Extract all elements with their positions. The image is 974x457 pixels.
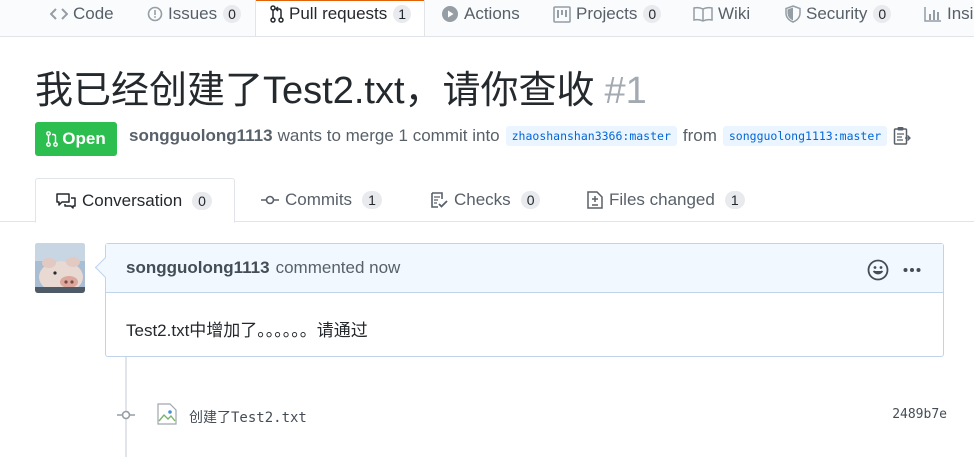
pr-from-text: from [682, 126, 717, 145]
tab-commits[interactable]: Commits 1 [261, 178, 382, 222]
play-icon [442, 6, 458, 22]
pr-merge-text: wants to merge 1 commit into [277, 126, 500, 145]
graph-icon [924, 7, 941, 22]
avatar[interactable] [35, 243, 85, 293]
nav-issues-label: Issues [168, 4, 218, 23]
tab-commits-count: 1 [362, 191, 382, 209]
book-icon [693, 6, 713, 22]
head-branch[interactable]: songguolong1113:master [722, 126, 888, 146]
issue-opened-icon [147, 6, 163, 22]
git-commit-icon [117, 410, 135, 420]
nav-security-count: 0 [873, 5, 892, 23]
tab-conversation-label: Conversation [82, 190, 183, 210]
comment-body: Test2.txt中增加了。。。。。。请通过 [126, 321, 368, 340]
comment-timestamp[interactable]: commented now [276, 258, 401, 278]
base-branch[interactable]: zhaoshanshan3366:master [505, 126, 677, 146]
nav-projects-count: 0 [643, 5, 662, 23]
tab-checks-label: Checks [454, 190, 511, 209]
tab-files-changed-count: 1 [724, 191, 745, 209]
comment-actions [867, 259, 921, 281]
comment-discussion-icon [56, 192, 76, 209]
nav-issues-count: 0 [223, 5, 241, 23]
nav-pull-requests-count: 1 [393, 5, 412, 23]
nav-actions-label: Actions [464, 4, 520, 23]
nav-projects-label: Projects [576, 4, 638, 23]
commit-message-link[interactable]: 创建了Test2.txt [189, 407, 307, 427]
file-diff-icon [587, 191, 603, 209]
pr-state-badge: Open [35, 122, 117, 156]
tab-files-changed-label: Files changed [609, 190, 715, 209]
nav-issues[interactable]: Issues 0 [147, 0, 241, 28]
pr-title-text: 我已经创建了Test2.txt，请你查收 [35, 70, 595, 112]
pr-author-link[interactable]: songguolong1113 [129, 126, 273, 146]
repo-nav: Code Issues 0 Pull requests 1 Actions Pr… [0, 0, 974, 37]
broken-image-icon [157, 403, 177, 425]
checklist-icon [431, 192, 448, 208]
shield-icon [785, 5, 801, 23]
pr-state-label: Open [62, 129, 106, 148]
pr-meta: songguolong1113 wants to merge 1 commit … [129, 126, 912, 146]
git-pull-request-icon [270, 5, 284, 23]
nav-wiki-label: Wiki [718, 4, 751, 23]
commit-sha-link[interactable]: 2489b7e [892, 407, 947, 422]
tab-files-changed[interactable]: Files changed 1 [587, 178, 745, 222]
kebab-horizontal-icon[interactable] [903, 267, 921, 273]
nav-insights-label: Insi [947, 4, 974, 23]
commit-row: 创建了Test2.txt 2489b7e [117, 403, 947, 433]
pr-title: 我已经创建了Test2.txt，请你查收 #1 [35, 64, 647, 118]
tab-checks-count: 0 [520, 191, 541, 209]
nav-projects[interactable]: Projects 0 [553, 0, 662, 28]
clippy-icon[interactable] [893, 126, 912, 146]
pr-number: #1 [604, 70, 647, 112]
tab-conversation-count: 0 [192, 191, 212, 210]
nav-pull-requests-label: Pull requests [289, 4, 388, 23]
nav-insights[interactable]: Insi [924, 0, 973, 28]
tab-conversation[interactable]: Conversation 0 [35, 178, 235, 223]
comment-author-link[interactable]: songguolong1113 [126, 258, 270, 278]
tab-checks[interactable]: Checks 0 [430, 178, 541, 222]
nav-code[interactable]: Code [50, 0, 114, 28]
nav-pull-requests[interactable]: Pull requests 1 [270, 0, 412, 28]
git-pull-request-icon [46, 131, 59, 147]
nav-security[interactable]: Security 0 [785, 0, 892, 28]
project-icon [553, 5, 571, 23]
nav-security-label: Security [806, 4, 868, 23]
nav-actions[interactable]: Actions [441, 0, 520, 28]
code-icon [50, 8, 68, 20]
nav-code-label: Code [73, 4, 114, 23]
comment-box: songguolong1113 commented now Test2.txt中… [94, 243, 944, 357]
comment-header: songguolong1113 commented now [106, 244, 943, 293]
git-commit-icon [261, 195, 279, 205]
nav-wiki[interactable]: Wiki [693, 0, 750, 28]
tab-commits-label: Commits [285, 190, 353, 209]
smiley-icon[interactable] [867, 259, 889, 281]
